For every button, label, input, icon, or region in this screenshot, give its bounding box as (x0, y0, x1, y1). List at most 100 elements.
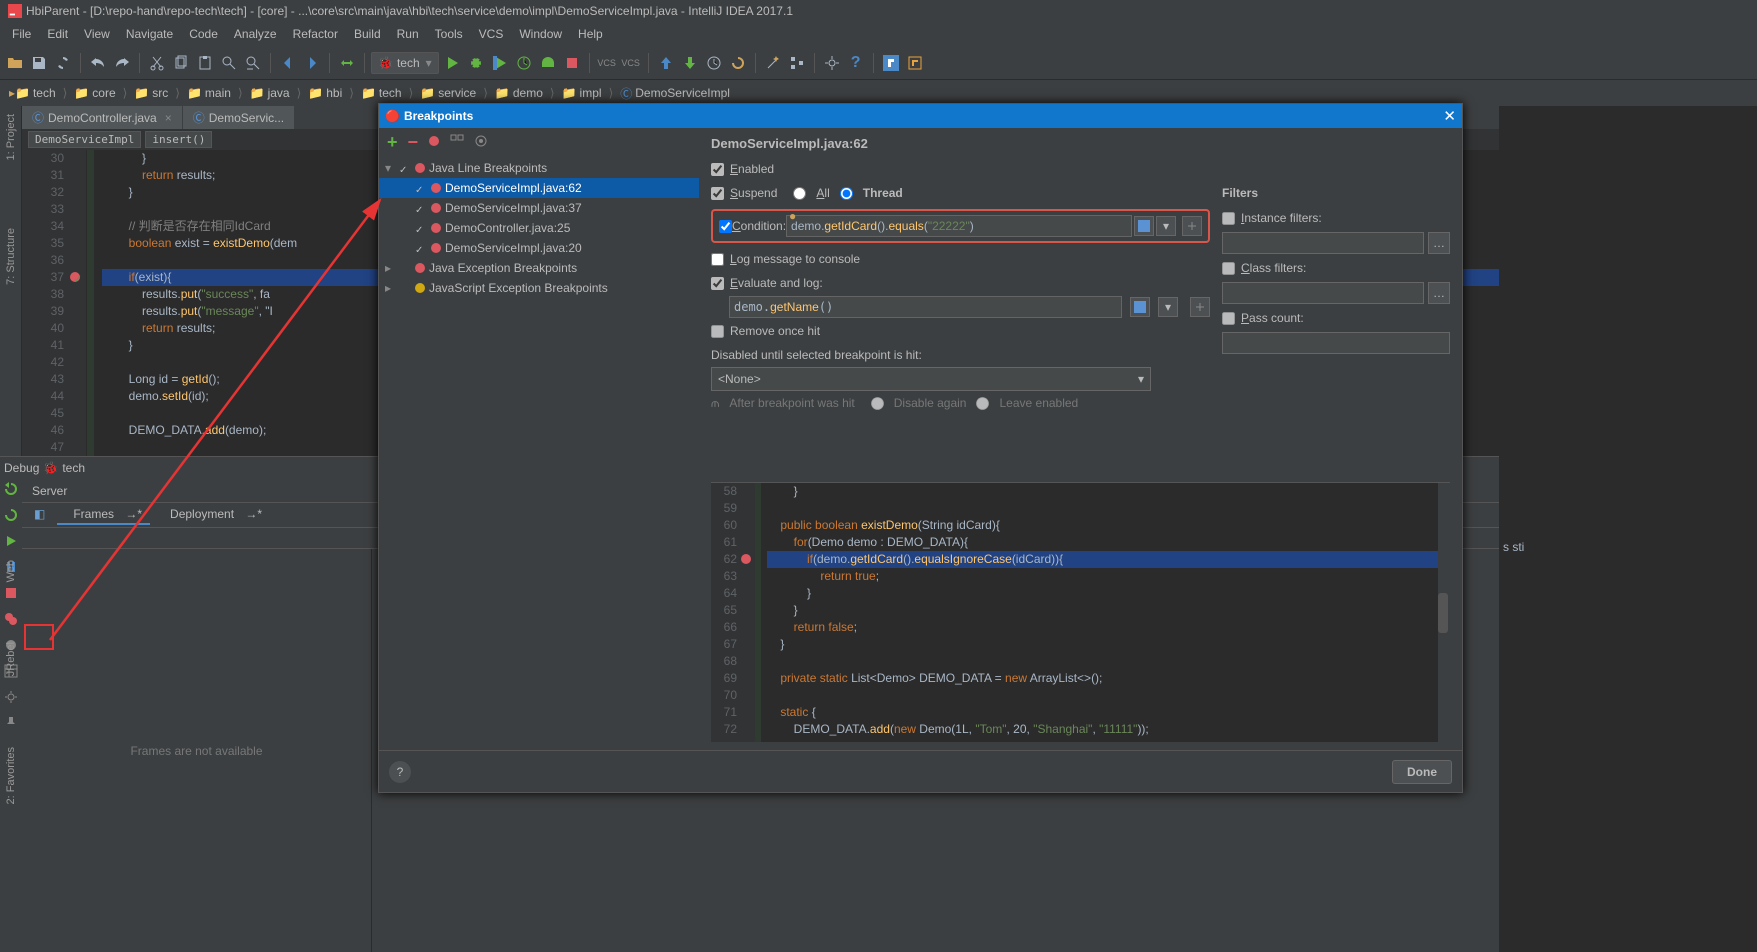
menu-build[interactable]: Build (346, 25, 389, 43)
bp-preview-editor[interactable]: 585960616263646566676869707172 } public … (711, 482, 1450, 742)
web-tab[interactable]: Web (5, 560, 17, 582)
bc-main[interactable]: 📁main (184, 85, 234, 101)
commit-icon[interactable] (679, 52, 701, 74)
revert-icon[interactable] (727, 52, 749, 74)
all-radio[interactable] (793, 187, 806, 200)
editor-tab-0[interactable]: ⒸDemoController.java× (22, 106, 182, 129)
cut-icon[interactable] (146, 52, 168, 74)
find-icon[interactable] (218, 52, 240, 74)
build-icon[interactable] (336, 52, 358, 74)
class-filters-input[interactable] (1222, 282, 1424, 304)
debug-icon[interactable] (465, 52, 487, 74)
tree-item-2[interactable]: DemoController.java:25 (379, 218, 699, 238)
menu-run[interactable]: Run (389, 25, 427, 43)
remove-once-checkbox[interactable] (711, 325, 724, 338)
jrebel-tab[interactable]: JRebel (5, 642, 17, 676)
cond-expand-icon[interactable] (1182, 216, 1202, 236)
wand-icon[interactable] (762, 52, 784, 74)
vcs-icon-2[interactable]: VCS (620, 52, 642, 74)
bc-demo[interactable]: 📁demo (492, 85, 546, 101)
editor-tab-1[interactable]: ⒸDemoServic... (183, 106, 294, 129)
undo-icon[interactable] (87, 52, 109, 74)
filter-icon[interactable] (474, 134, 488, 151)
vcs-icon[interactable]: VCS (596, 52, 618, 74)
history-icon[interactable] (703, 52, 725, 74)
class-filters-checkbox[interactable] (1222, 262, 1235, 275)
attach-icon[interactable] (537, 52, 559, 74)
server-tab[interactable]: Server (22, 481, 77, 501)
enabled-checkbox[interactable] (711, 163, 724, 176)
deployment-subtab[interactable]: Deployment →* (154, 505, 270, 525)
bp-dot-icon[interactable] (428, 135, 440, 150)
tree-java-exc[interactable]: ▸Java Exception Breakpoints (379, 258, 699, 278)
menu-navigate[interactable]: Navigate (118, 25, 181, 43)
eval-expand-icon[interactable] (1190, 297, 1210, 317)
tree-item-3[interactable]: DemoServiceImpl.java:20 (379, 238, 699, 258)
paste-icon[interactable] (194, 52, 216, 74)
bp-tree[interactable]: ▾Java Line Breakpoints DemoServiceImpl.j… (379, 156, 699, 750)
done-button[interactable]: Done (1392, 760, 1452, 784)
run-configuration-selector[interactable]: 🐞 tech ▾ (371, 52, 439, 74)
class-filters-btn[interactable]: … (1428, 282, 1450, 304)
bc-tech[interactable]: ▸📁tech (6, 85, 59, 101)
bc-tech2[interactable]: 📁tech (358, 85, 405, 101)
redo-icon[interactable] (111, 52, 133, 74)
eval-input[interactable]: demo.getName() (729, 296, 1122, 318)
pass-count-input[interactable] (1222, 332, 1450, 354)
rerun-icon[interactable] (1, 479, 21, 499)
add-bp-icon[interactable]: + (387, 132, 398, 153)
dialog-titlebar[interactable]: 🔴 Breakpoints ✕ (379, 104, 1462, 128)
menu-tools[interactable]: Tools (427, 25, 471, 43)
condition-input[interactable]: ●demo.getIdCard().equals("22222") (786, 215, 1132, 237)
back-icon[interactable] (277, 52, 299, 74)
forward-icon[interactable] (301, 52, 323, 74)
remove-bp-icon[interactable]: − (408, 132, 419, 153)
eval-checkbox[interactable] (711, 277, 724, 290)
disabled-until-select[interactable]: <None>▾ (711, 367, 1151, 391)
tree-item-1[interactable]: DemoServiceImpl.java:37 (379, 198, 699, 218)
menu-file[interactable]: File (4, 25, 39, 43)
jrebel-icon[interactable] (880, 52, 902, 74)
bc-core[interactable]: 📁core (71, 85, 118, 101)
cond-lang-icon[interactable] (1134, 216, 1154, 236)
stop-icon[interactable] (561, 52, 583, 74)
eval-dropdown-icon[interactable]: ▾ (1158, 297, 1178, 317)
structure-icon[interactable] (786, 52, 808, 74)
sync-icon[interactable] (52, 52, 74, 74)
favorites-tab[interactable]: 2: Favorites (5, 747, 17, 804)
close-icon[interactable]: × (165, 111, 172, 125)
bc-java[interactable]: 📁java (247, 85, 293, 101)
suspend-checkbox[interactable] (711, 187, 724, 200)
eval-lang-icon[interactable] (1130, 297, 1150, 317)
menu-refactor[interactable]: Refactor (285, 25, 346, 43)
menu-window[interactable]: Window (511, 25, 570, 43)
settings-icon[interactable] (821, 52, 843, 74)
menu-vcs[interactable]: VCS (471, 25, 512, 43)
dialog-help-icon[interactable]: ? (389, 761, 411, 783)
menu-edit[interactable]: Edit (39, 25, 76, 43)
bc-src[interactable]: 📁src (131, 85, 171, 101)
rerun-update-icon[interactable] (1, 505, 21, 525)
group-by-icon[interactable] (450, 134, 464, 151)
frames-subtab[interactable]: Frames →* (57, 505, 150, 525)
instance-filters-checkbox[interactable] (1222, 212, 1235, 225)
jrebel-icon-2[interactable] (904, 52, 926, 74)
copy-icon[interactable] (170, 52, 192, 74)
resume-icon[interactable] (1, 531, 21, 551)
help-icon[interactable]: ? (845, 52, 867, 74)
profile-icon[interactable] (513, 52, 535, 74)
instance-filters-input[interactable] (1222, 232, 1424, 254)
tree-item-0[interactable]: DemoServiceImpl.java:62 (379, 178, 699, 198)
log-checkbox[interactable] (711, 253, 724, 266)
bc-hbi[interactable]: 📁hbi (305, 85, 345, 101)
replace-icon[interactable] (242, 52, 264, 74)
pass-count-checkbox[interactable] (1222, 312, 1235, 325)
structure-tab[interactable]: 7: Structure (5, 224, 17, 289)
bc-service[interactable]: 📁service (417, 85, 479, 101)
condition-checkbox[interactable] (719, 220, 732, 233)
tree-js-exc[interactable]: ▸JavaScript Exception Breakpoints (379, 278, 699, 298)
update-icon[interactable] (655, 52, 677, 74)
cond-dropdown-icon[interactable]: ▾ (1156, 216, 1176, 236)
tree-java-line[interactable]: ▾Java Line Breakpoints (379, 158, 699, 178)
thread-radio[interactable] (840, 187, 853, 200)
